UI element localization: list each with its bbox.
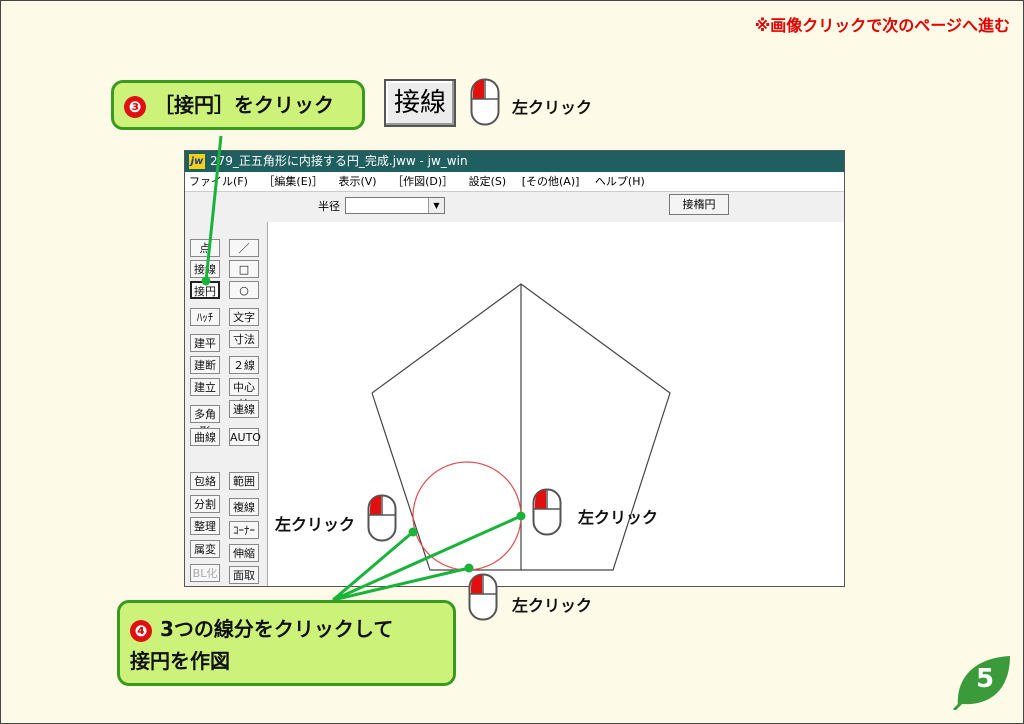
pointer-dots [201,276,526,573]
mouse-icon [367,494,397,542]
inscribed-circle [412,461,522,571]
mouse-icon [468,573,498,621]
page-number-badge: 5 [952,652,1014,712]
step4-line1: 3つの線分をクリックして [160,617,394,641]
left-click-label-2: 左クリック [275,515,356,534]
step4-callout: ❹ 3つの線分をクリックして 接円を作図 [117,600,456,686]
page-number: 5 [976,664,995,694]
mouse-icon [532,488,562,536]
step4-line2: 接円を作図 [130,649,230,673]
left-click-label-3: 左クリック [578,508,659,527]
step4-number: ❹ [130,619,152,642]
pointer-lines [204,135,522,602]
left-click-label-4: 左クリック [512,596,593,615]
